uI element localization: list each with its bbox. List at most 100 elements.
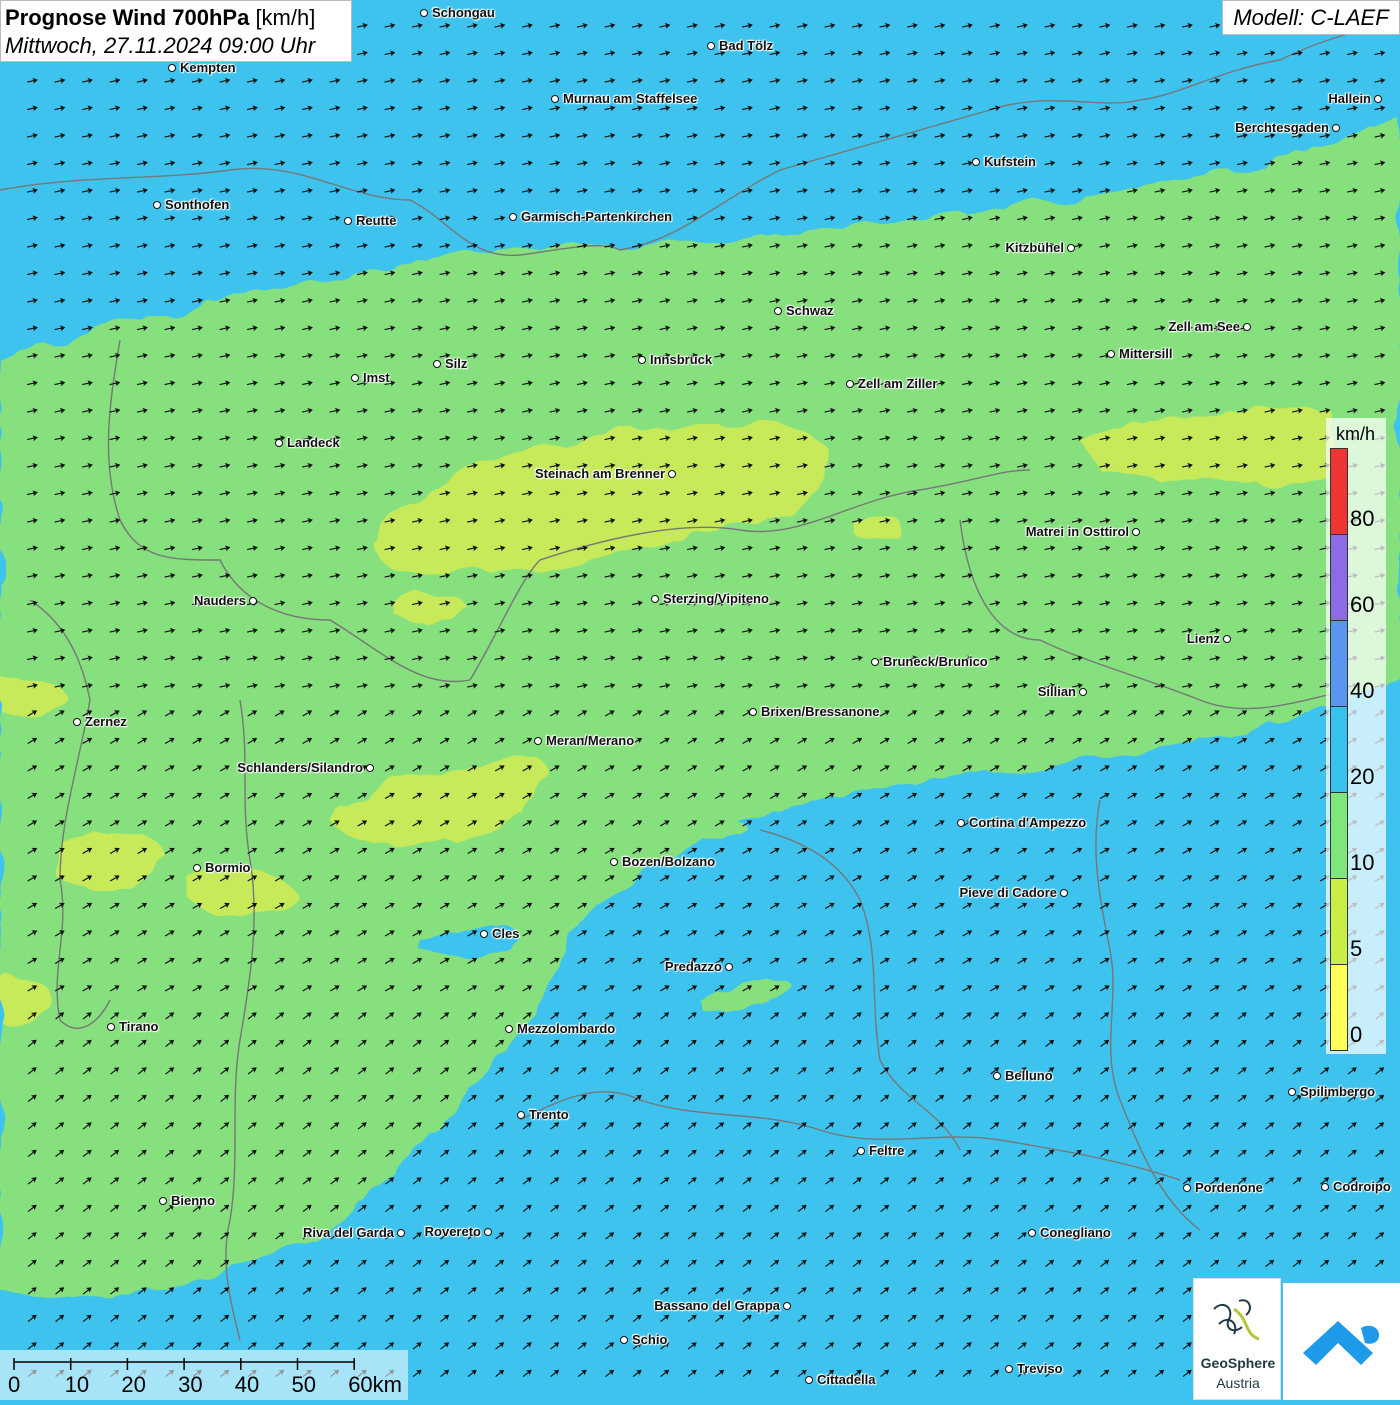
city-marker[interactable] bbox=[993, 1072, 1001, 1080]
city-label: Sonthofen bbox=[165, 198, 229, 212]
app-logo[interactable] bbox=[1283, 1283, 1400, 1400]
city-marker[interactable] bbox=[480, 930, 488, 938]
city-label: Bruneck/Brunico bbox=[883, 655, 988, 669]
legend-swatch bbox=[1330, 706, 1348, 793]
city-label: Bozen/Bolzano bbox=[622, 855, 715, 869]
geosphere-logo-icon bbox=[1194, 1279, 1280, 1359]
city-marker[interactable] bbox=[1107, 350, 1115, 358]
city-marker[interactable] bbox=[846, 380, 854, 388]
city-marker[interactable] bbox=[366, 764, 374, 772]
city-marker[interactable] bbox=[651, 595, 659, 603]
city-marker[interactable] bbox=[774, 307, 782, 315]
city-label: Garmisch-Partenkirchen bbox=[521, 210, 672, 224]
city-label: Innsbruck bbox=[650, 353, 712, 367]
city-marker[interactable] bbox=[610, 858, 618, 866]
city-marker[interactable] bbox=[749, 708, 757, 716]
title-unit: [km/h] bbox=[255, 5, 315, 30]
city-label: Landeck bbox=[287, 436, 340, 450]
city-label: Codroipo bbox=[1333, 1180, 1391, 1194]
city-marker[interactable] bbox=[620, 1336, 628, 1344]
city-marker[interactable] bbox=[420, 9, 428, 17]
city-label: Kempten bbox=[180, 61, 236, 75]
city-marker[interactable] bbox=[551, 95, 559, 103]
city-marker[interactable] bbox=[153, 201, 161, 209]
city-label: Zell am See bbox=[1168, 320, 1240, 334]
city-marker[interactable] bbox=[972, 158, 980, 166]
city-marker[interactable] bbox=[159, 1197, 167, 1205]
city-marker[interactable] bbox=[1243, 323, 1251, 331]
city-marker[interactable] bbox=[73, 718, 81, 726]
city-marker[interactable] bbox=[1183, 1184, 1191, 1192]
scale-label: 0 bbox=[8, 1372, 20, 1398]
city-marker[interactable] bbox=[249, 597, 257, 605]
legend-swatch bbox=[1330, 792, 1348, 879]
city-marker[interactable] bbox=[351, 374, 359, 382]
city-label: Schio bbox=[632, 1333, 667, 1347]
title-box: Prognose Wind 700hPa [km/h] Mittwoch, 27… bbox=[0, 0, 352, 62]
city-label: Feltre bbox=[869, 1144, 904, 1158]
city-marker[interactable] bbox=[1332, 124, 1340, 132]
city-marker[interactable] bbox=[957, 819, 965, 827]
city-marker[interactable] bbox=[1028, 1229, 1036, 1237]
city-label: Cortina d'Ampezzo bbox=[969, 816, 1086, 830]
city-label: Kitzbühel bbox=[1006, 241, 1065, 255]
city-label: Bormio bbox=[205, 861, 251, 875]
city-label: Pordenone bbox=[1195, 1181, 1263, 1195]
model-label: Modell: C-LAEF bbox=[1222, 0, 1400, 35]
city-label: Imst bbox=[363, 371, 390, 385]
scale-label: 10 bbox=[65, 1372, 89, 1398]
city-marker[interactable] bbox=[1005, 1365, 1013, 1373]
city-marker[interactable] bbox=[668, 470, 676, 478]
arrow-logo-icon bbox=[1283, 1283, 1400, 1400]
legend-label: 60 bbox=[1350, 592, 1374, 618]
city-marker[interactable] bbox=[1132, 528, 1140, 536]
scale-label: 60km bbox=[348, 1372, 402, 1398]
city-marker[interactable] bbox=[534, 737, 542, 745]
city-label: Predazzo bbox=[665, 960, 722, 974]
city-marker[interactable] bbox=[484, 1228, 492, 1236]
city-marker[interactable] bbox=[168, 64, 176, 72]
city-label: Mittersill bbox=[1119, 347, 1172, 361]
city-marker[interactable] bbox=[1321, 1183, 1329, 1191]
legend-label: 80 bbox=[1350, 506, 1374, 532]
city-marker[interactable] bbox=[107, 1023, 115, 1031]
city-marker[interactable] bbox=[1288, 1088, 1296, 1096]
city-label: Belluno bbox=[1005, 1069, 1053, 1083]
city-marker[interactable] bbox=[805, 1376, 813, 1384]
city-marker[interactable] bbox=[725, 963, 733, 971]
city-marker[interactable] bbox=[344, 217, 352, 225]
legend-label: 10 bbox=[1350, 850, 1374, 876]
city-marker[interactable] bbox=[1079, 688, 1087, 696]
city-label: Riva del Garda bbox=[303, 1226, 394, 1240]
city-marker[interactable] bbox=[638, 356, 646, 364]
city-marker[interactable] bbox=[505, 1025, 513, 1033]
city-label: Cittadella bbox=[817, 1373, 876, 1387]
scale-label: 30 bbox=[178, 1372, 202, 1398]
city-label: Mezzolombardo bbox=[517, 1022, 615, 1036]
city-label: Zernez bbox=[85, 715, 127, 729]
city-marker[interactable] bbox=[857, 1147, 865, 1155]
legend-swatch bbox=[1330, 878, 1348, 965]
legend-swatch bbox=[1330, 534, 1348, 621]
city-marker[interactable] bbox=[509, 213, 517, 221]
city-marker[interactable] bbox=[275, 439, 283, 447]
city-marker[interactable] bbox=[433, 360, 441, 368]
city-marker[interactable] bbox=[1374, 95, 1382, 103]
map-title: Prognose Wind 700hPa [km/h] bbox=[5, 4, 347, 32]
city-marker[interactable] bbox=[193, 864, 201, 872]
city-marker[interactable] bbox=[1223, 635, 1231, 643]
city-marker[interactable] bbox=[397, 1229, 405, 1237]
city-marker[interactable] bbox=[517, 1111, 525, 1119]
city-marker[interactable] bbox=[1060, 889, 1068, 897]
city-marker[interactable] bbox=[1067, 244, 1075, 252]
scale-bar bbox=[0, 1350, 408, 1400]
city-marker[interactable] bbox=[783, 1302, 791, 1310]
city-label: Steinach am Brenner bbox=[535, 467, 665, 481]
legend-unit: km/h bbox=[1336, 424, 1375, 445]
legend-swatch bbox=[1330, 448, 1348, 535]
city-marker[interactable] bbox=[871, 658, 879, 666]
city-label: Hallein bbox=[1328, 92, 1371, 106]
city-label: Murnau am Staffelsee bbox=[563, 92, 697, 106]
city-marker[interactable] bbox=[707, 42, 715, 50]
legend-swatch bbox=[1330, 620, 1348, 707]
